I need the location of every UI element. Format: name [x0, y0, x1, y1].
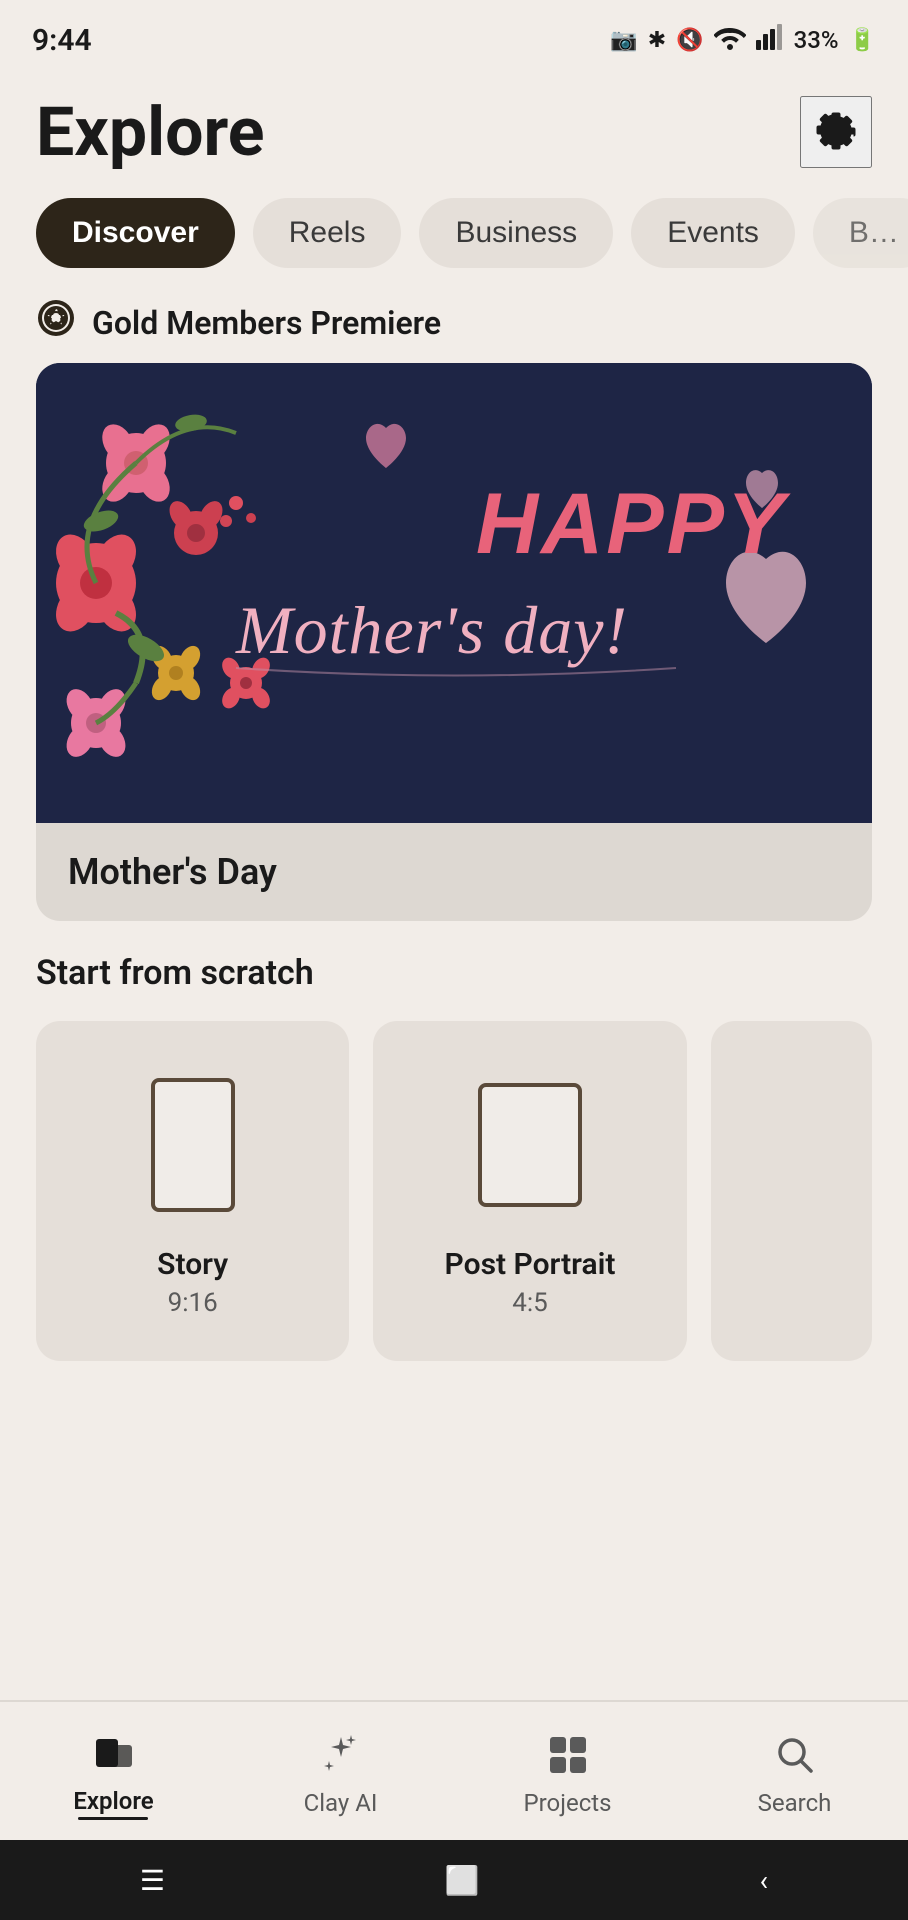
- clay-ai-icon: [319, 1729, 363, 1781]
- feature-card-label: Mother's Day: [36, 823, 872, 921]
- mute-icon: 🔇: [676, 28, 703, 53]
- story-name: Story: [157, 1247, 228, 1282]
- post-portrait-ratio: 4:5: [512, 1288, 548, 1318]
- projects-icon: [546, 1729, 590, 1781]
- battery-text: 33%: [794, 26, 839, 54]
- post-portrait-name: Post Portrait: [445, 1247, 616, 1282]
- scratch-section: Start from scratch Story 9:16 Post Portr…: [0, 921, 908, 1381]
- explore-label: Explore: [73, 1787, 153, 1820]
- wifi-icon: [714, 24, 746, 56]
- android-menu-btn[interactable]: ☰: [140, 1864, 165, 1897]
- nav-item-projects[interactable]: Projects: [454, 1729, 681, 1817]
- post-portrait-icon: [470, 1075, 590, 1219]
- feature-card-mothers-day[interactable]: HAPPY Mother's day! Mother's Day: [36, 363, 872, 921]
- search-label: Search: [758, 1789, 832, 1817]
- android-back-btn[interactable]: ‹: [760, 1864, 768, 1897]
- nav-item-clay-ai[interactable]: Clay AI: [227, 1729, 454, 1817]
- tab-events[interactable]: Events: [631, 198, 795, 268]
- tab-business[interactable]: Business: [419, 198, 613, 268]
- camera-icon: 📷: [610, 28, 637, 53]
- android-home-btn[interactable]: ⬜: [445, 1864, 480, 1897]
- scratch-cards: Story 9:16 Post Portrait 4:5: [36, 1021, 872, 1361]
- nav-item-search[interactable]: Search: [681, 1729, 908, 1817]
- page-title: Explore: [36, 92, 264, 172]
- clay-ai-label: Clay AI: [304, 1789, 378, 1817]
- scratch-card-post-portrait[interactable]: Post Portrait 4:5: [373, 1021, 686, 1361]
- android-nav-bar: ☰ ⬜ ‹: [0, 1840, 908, 1920]
- scratch-card-extra[interactable]: [711, 1021, 872, 1361]
- tab-more[interactable]: B…: [813, 198, 908, 268]
- scratch-card-story[interactable]: Story 9:16: [36, 1021, 349, 1361]
- nav-item-explore[interactable]: Explore: [0, 1727, 227, 1820]
- story-ratio: 9:16: [168, 1288, 218, 1318]
- status-time: 9:44: [32, 23, 92, 58]
- signal-icon: [756, 24, 784, 56]
- tab-reels[interactable]: Reels: [253, 198, 402, 268]
- bottom-nav: Explore Clay AI Projects: [0, 1700, 908, 1840]
- gold-label: Gold Members Premiere: [92, 304, 441, 342]
- svg-text:HAPPY: HAPPY: [476, 476, 791, 572]
- explore-icon: [92, 1727, 136, 1779]
- story-icon: [143, 1075, 243, 1219]
- status-bar: 9:44 📷 ✱ 🔇 33% 🔋: [0, 0, 908, 72]
- header: Explore: [0, 72, 908, 188]
- settings-button[interactable]: [800, 96, 872, 168]
- search-icon: [773, 1729, 817, 1781]
- status-icons: 📷 ✱ 🔇 33% 🔋: [610, 24, 876, 56]
- scratch-title: Start from scratch: [36, 953, 872, 993]
- projects-label: Projects: [524, 1789, 612, 1817]
- bluetooth-icon: ✱: [648, 28, 666, 53]
- svg-text:Mother's day!: Mother's day!: [235, 592, 628, 668]
- gold-members-section: Gold Members Premiere: [0, 288, 908, 363]
- category-tabs: Discover Reels Business Events B…: [0, 188, 908, 288]
- gold-icon: [36, 298, 76, 347]
- battery-icon: 🔋: [849, 28, 876, 53]
- tab-discover[interactable]: Discover: [36, 198, 235, 268]
- feature-card-image: HAPPY Mother's day!: [36, 363, 872, 823]
